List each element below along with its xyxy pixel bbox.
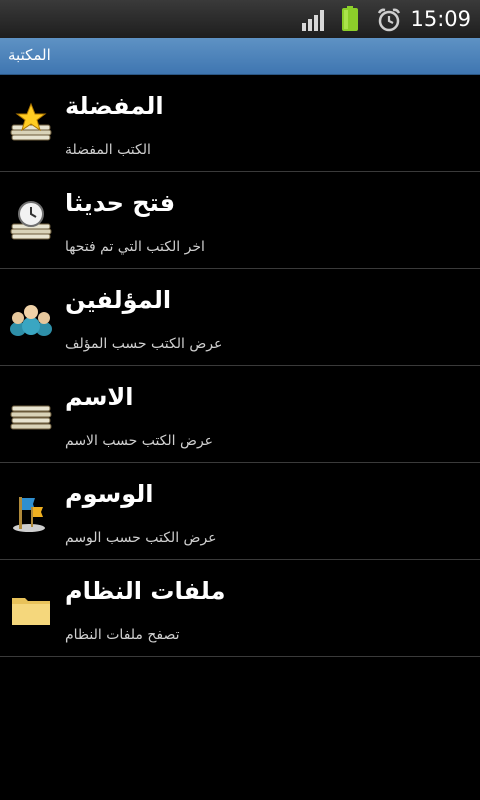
list-item-favorites[interactable]: المفضلة الكتب المفضلة [0,75,480,172]
title-bar: المكتبة [0,38,480,75]
library-list: المفضلة الكتب المفضلة فتح حديثا اخر الكت… [0,75,480,657]
item-subtitle: عرض الكتب حسب الوسم [65,530,217,546]
tags-flag-icon [13,497,45,532]
item-subtitle: اخر الكتب التي تم فتحها [65,239,205,255]
folder-icon [12,598,50,625]
list-item-authors[interactable]: المؤلفين عرض الكتب حسب المؤلف [0,269,480,366]
authors-people-icon [10,305,52,336]
favorites-star-books-icon [10,102,52,141]
item-title: فتح حديثا [65,189,176,217]
status-time: 15:09 [410,7,471,31]
item-title: ملفات النظام [65,577,226,605]
item-subtitle: تصفح ملفات النظام [65,627,180,643]
battery-icon [342,6,358,31]
signal-icon [302,10,324,31]
item-subtitle: عرض الكتب حسب المؤلف [65,336,223,352]
list-item-recent[interactable]: فتح حديثا اخر الكتب التي تم فتحها [0,172,480,269]
item-title: المفضلة [65,92,164,120]
books-stack-icon [10,405,52,430]
page-title: المكتبة [8,46,51,64]
item-title: المؤلفين [65,286,172,314]
item-subtitle: عرض الكتب حسب الاسم [65,433,214,449]
item-title: الاسم [65,383,134,411]
recent-clock-books-icon [10,201,52,240]
item-title: الوسوم [65,480,154,508]
list-item-tags[interactable]: الوسوم عرض الكتب حسب الوسم [0,463,480,560]
alarm-icon [377,8,401,32]
list-item-system-files[interactable]: ملفات النظام تصفح ملفات النظام [0,560,480,657]
item-subtitle: الكتب المفضلة [65,142,151,158]
list-item-name[interactable]: الاسم عرض الكتب حسب الاسم [0,366,480,463]
status-bar: 15:09 [0,0,480,38]
